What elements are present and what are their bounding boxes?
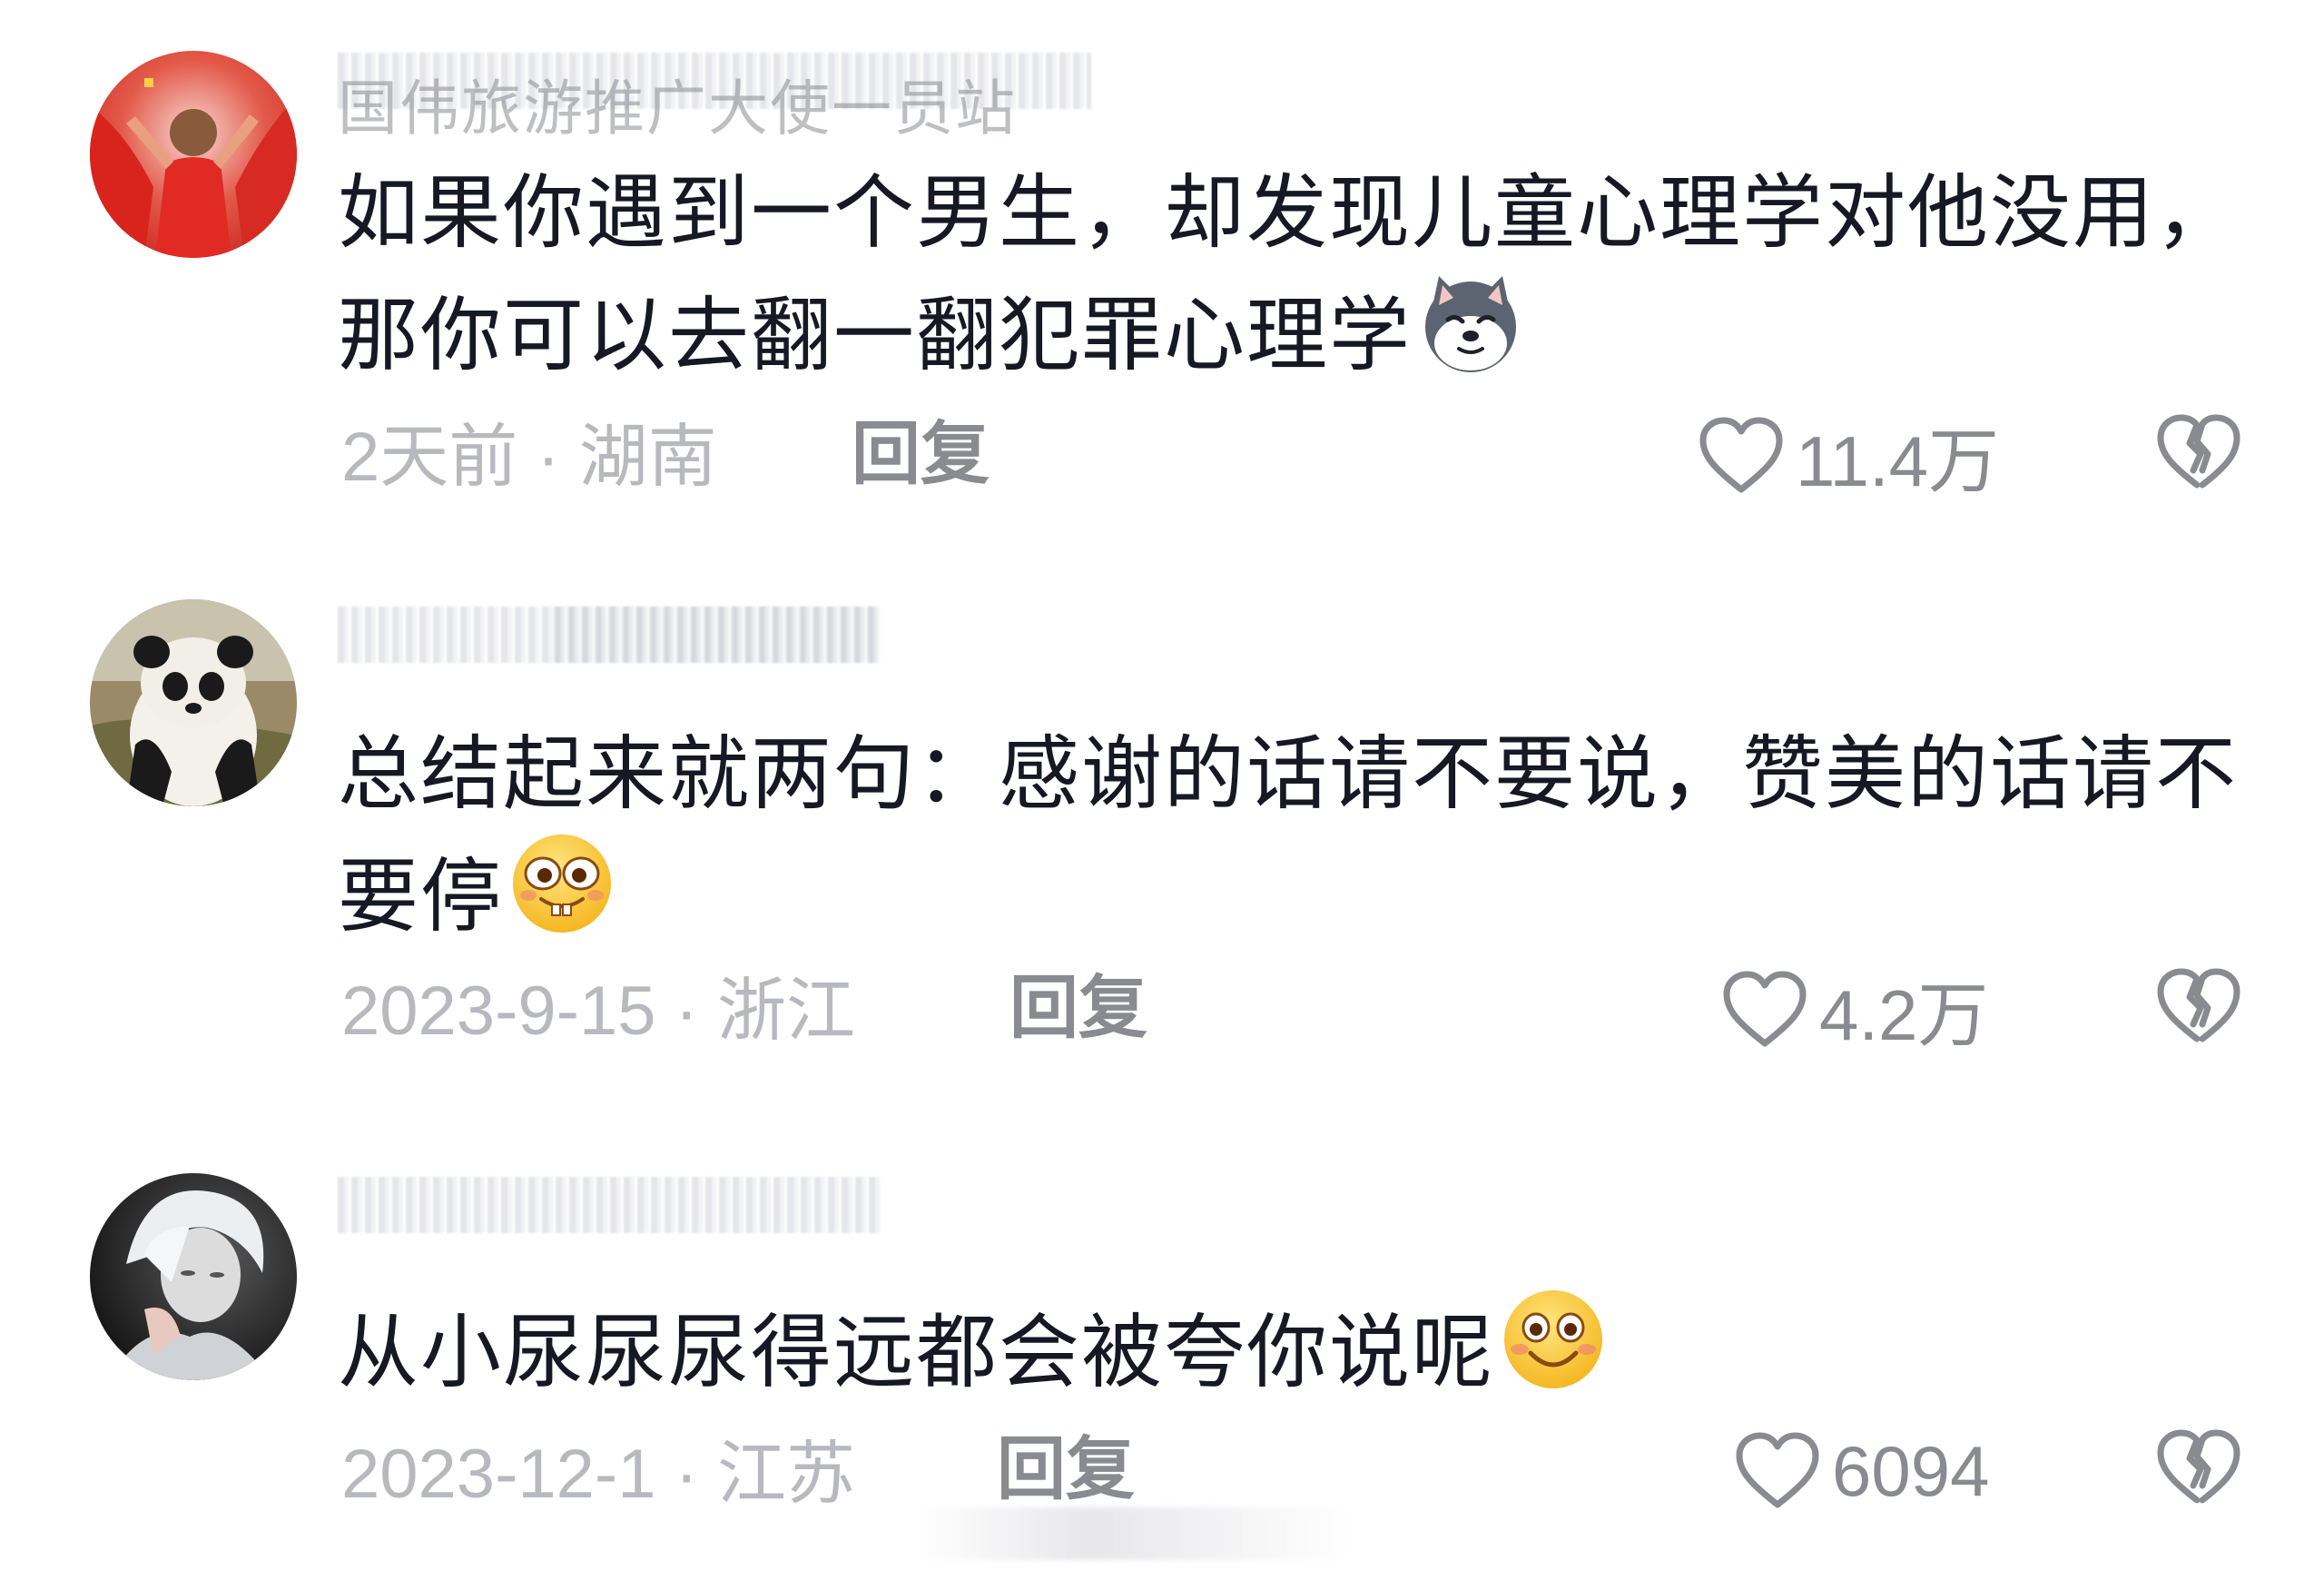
comment-text: 从小尿尿尿得远都会被夸你说呢 bbox=[338, 1286, 2244, 1408]
avatar-image bbox=[90, 1173, 297, 1380]
dislike-button[interactable] bbox=[2155, 1427, 2242, 1509]
comment-item: 从小尿尿尿得远都会被夸你说呢 2023-12-1 · 江苏 回复 6094 bbox=[0, 0, 2324, 1580]
heart-icon bbox=[1736, 1432, 1819, 1508]
reply-button[interactable]: 回复 bbox=[997, 1435, 1135, 1504]
comment-meta: 2023-12-1 · 江苏 bbox=[341, 1436, 856, 1513]
avatar[interactable] bbox=[90, 1173, 297, 1380]
comment-text-body: 从小尿尿尿得远都会被夸你说呢 bbox=[338, 1305, 1494, 1399]
watermark-blur bbox=[917, 1507, 1353, 1560]
smile-emoji bbox=[1500, 1286, 1607, 1393]
username-blurred bbox=[338, 1177, 882, 1233]
like-button[interactable]: 6094 bbox=[1734, 1426, 1990, 1516]
like-count: 6094 bbox=[1832, 1430, 1990, 1511]
broken-heart-icon bbox=[2157, 1429, 2240, 1504]
